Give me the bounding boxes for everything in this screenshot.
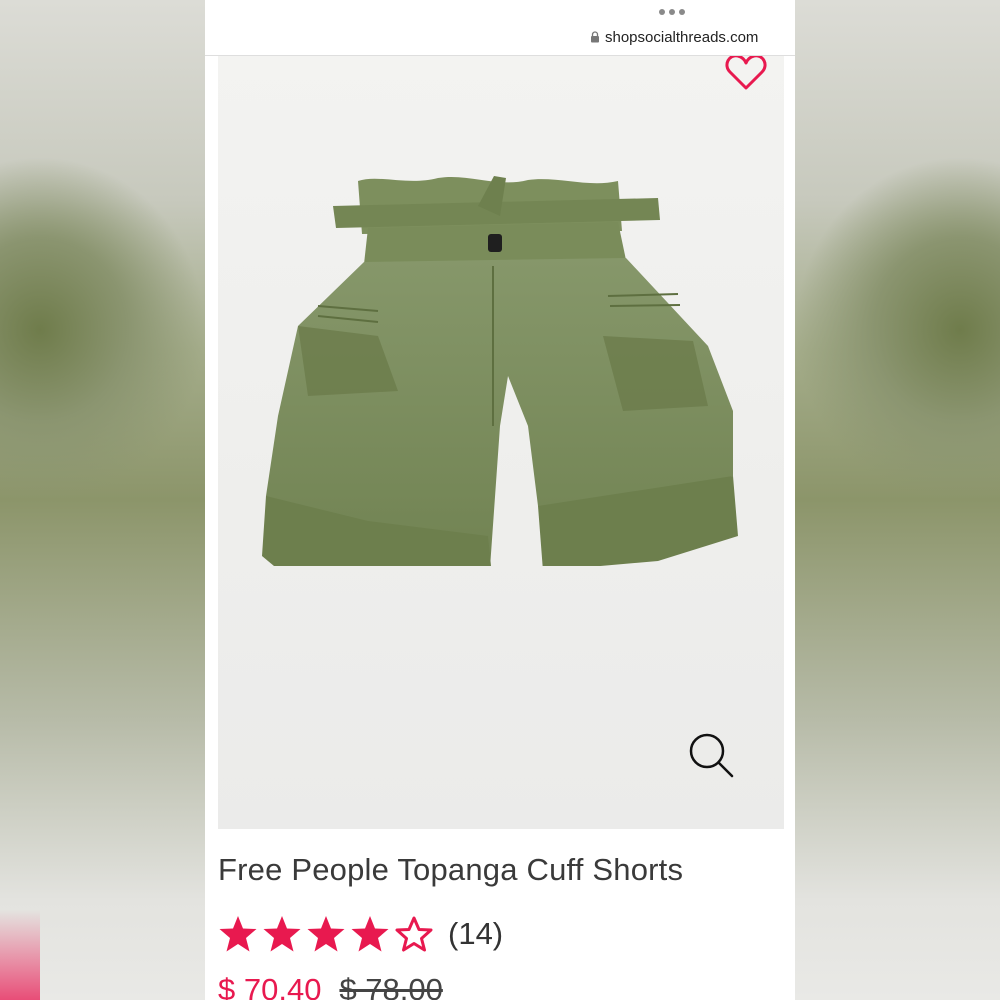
- price-block: $ 70.40 $ 78.00: [218, 972, 443, 1000]
- star-filled-icon: [263, 916, 301, 952]
- lock-icon: [591, 31, 599, 43]
- star-outline-icon: [395, 916, 433, 952]
- mobile-page: shopsocialthreads.com Free People Topang…: [205, 0, 795, 1000]
- original-price: $ 78.00: [339, 972, 443, 1000]
- shorts-illustration: [262, 176, 738, 566]
- browser-address-bar: shopsocialthreads.com: [205, 0, 795, 56]
- url-display[interactable]: shopsocialthreads.com: [590, 27, 758, 47]
- heart-icon[interactable]: [721, 56, 771, 92]
- sale-price: $ 70.40: [218, 972, 322, 1000]
- product-title: Free People Topanga Cuff Shorts: [218, 852, 684, 887]
- product-rating[interactable]: (14): [218, 910, 503, 958]
- url-text: shopsocialthreads.com: [605, 28, 759, 46]
- star-filled-icon: [351, 916, 389, 952]
- review-count[interactable]: (14): [448, 916, 503, 952]
- magnifier-icon[interactable]: [688, 732, 734, 778]
- more-dots-icon[interactable]: [659, 9, 689, 19]
- star-filled-icon: [307, 916, 345, 952]
- star-filled-icon: [219, 916, 257, 952]
- blurred-background-right: [795, 0, 1000, 1000]
- blurred-background-left: [0, 0, 205, 1000]
- product-image[interactable]: [218, 56, 784, 829]
